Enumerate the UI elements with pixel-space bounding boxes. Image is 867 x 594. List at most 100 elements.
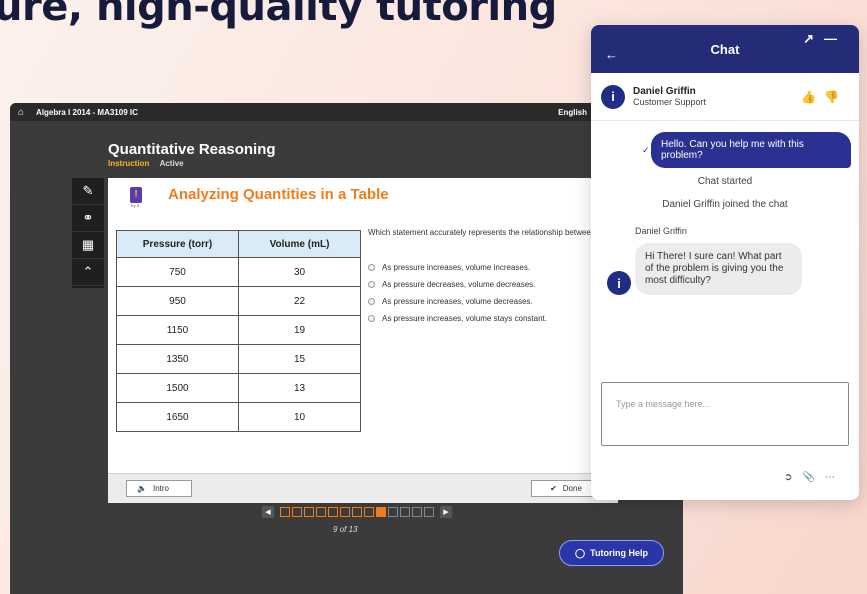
next-page-icon[interactable]: ▶ <box>440 506 452 518</box>
table-cell: 30 <box>238 257 361 287</box>
page-box[interactable] <box>412 507 422 517</box>
page-box[interactable] <box>400 507 410 517</box>
activity-header: ! Try It Analyzing Quantities in a Table <box>130 186 389 208</box>
activity-title: Analyzing Quantities in a Table <box>168 186 389 203</box>
speaker-icon: 🔈 <box>137 484 147 493</box>
composer-tools: ➲📎⋯ <box>784 472 845 483</box>
radio-button[interactable] <box>368 298 375 305</box>
course-name: Algebra I 2014 - MA3109 IC <box>36 107 138 117</box>
table-cell: 1650 <box>116 402 239 432</box>
thumbs-up-icon[interactable]: 👍 <box>801 90 824 104</box>
option-label: As pressure increases, volume increases. <box>382 263 531 272</box>
previous-page-icon[interactable]: ◀ <box>262 506 274 518</box>
table-header-row: Pressure (torr) Volume (mL) <box>116 230 361 258</box>
option-label: As pressure increases, volume decreases. <box>382 297 533 306</box>
activity-footer: 🔈 Intro ✔ Done <box>108 473 618 503</box>
check-icon: ✔ <box>550 484 557 493</box>
intro-button[interactable]: 🔈 Intro <box>126 480 192 497</box>
page-box[interactable] <box>316 507 326 517</box>
tutoring-help-button[interactable]: ◯ Tutoring Help <box>559 540 664 566</box>
chat-panel: ← Chat ↗— i Daniel Griffin Customer Supp… <box>591 25 859 500</box>
chat-header: ← Chat ↗— <box>591 25 859 73</box>
message-input[interactable]: Type a message here... <box>601 382 849 446</box>
radio-button[interactable] <box>368 315 375 322</box>
user-message: Hello. Can you help me with this problem… <box>651 132 851 168</box>
table-row: 950 22 <box>116 286 361 316</box>
attachment-icon[interactable]: 📎 <box>803 472 825 483</box>
page-box[interactable] <box>364 507 374 517</box>
answer-option[interactable]: As pressure decreases, volume decreases. <box>368 276 547 293</box>
option-label: As pressure increases, volume stays cons… <box>382 314 547 323</box>
page-box[interactable] <box>292 507 302 517</box>
agent-avatar: i <box>607 271 631 295</box>
page-box-current[interactable] <box>376 507 386 517</box>
page-box[interactable] <box>424 507 434 517</box>
tutoring-help-label: Tutoring Help <box>590 548 648 558</box>
page-box[interactable] <box>304 507 314 517</box>
answer-options: As pressure increases, volume increases.… <box>368 259 547 327</box>
table-cell: 15 <box>238 344 361 374</box>
table-row: 1350 15 <box>116 344 361 374</box>
pencil-icon[interactable]: ✎ <box>72 178 104 205</box>
lesson-status: Instruction Active <box>108 159 184 168</box>
back-arrow-icon[interactable]: ← <box>605 47 618 62</box>
headphones-icon[interactable]: ⚭ <box>72 205 104 232</box>
end-chat-icon[interactable]: ➲ <box>784 472 802 483</box>
question-text: Which statement accurately represents th… <box>368 228 618 237</box>
table-cell: 19 <box>238 315 361 345</box>
expand-icon[interactable]: ↗ <box>803 31 824 46</box>
status-active: Active <box>159 159 184 168</box>
radio-button[interactable] <box>368 281 375 288</box>
table-cell: 13 <box>238 373 361 403</box>
thumbs-down-icon[interactable]: 👎 <box>824 90 847 104</box>
answer-option[interactable]: As pressure increases, volume stays cons… <box>368 310 547 327</box>
agent-message-label: Daniel Griffin <box>635 226 687 236</box>
done-label: Done <box>562 484 582 493</box>
page-box[interactable] <box>280 507 290 517</box>
activity-panel: ! Try It Analyzing Quantities in a Table… <box>108 178 618 503</box>
system-message: Daniel Griffin joined the chat <box>662 199 788 210</box>
table-row: 1500 13 <box>116 373 361 403</box>
chat-bubble-icon: ◯ <box>575 547 586 558</box>
intro-label: Intro <box>152 484 169 493</box>
calculator-icon[interactable]: ▦ <box>72 232 104 259</box>
table-row: 750 30 <box>116 257 361 287</box>
answer-option[interactable]: As pressure increases, volume increases. <box>368 259 547 276</box>
table-row: 1150 19 <box>116 315 361 345</box>
language-selector[interactable]: English <box>558 108 587 117</box>
minimize-icon[interactable]: — <box>824 31 847 46</box>
page-box[interactable] <box>328 507 338 517</box>
collapse-icon[interactable]: ⌃ <box>72 259 104 286</box>
table-header: Volume (mL) <box>238 230 361 258</box>
lesson-topbar: ⌂ Algebra I 2014 - MA3109 IC English <box>10 103 683 121</box>
agent-name: Daniel Griffin <box>633 86 696 97</box>
agent-row: i Daniel Griffin Customer Support 👍👎 <box>591 73 859 121</box>
answer-option[interactable]: As pressure increases, volume decreases. <box>368 293 547 310</box>
try-it-logo-text: Try It <box>130 203 139 208</box>
lesson-window: ⌂ Algebra I 2014 - MA3109 IC English Qua… <box>10 103 683 594</box>
page-box[interactable] <box>340 507 350 517</box>
table-header: Pressure (torr) <box>116 230 239 258</box>
status-instruction: Instruction <box>108 159 150 168</box>
table-cell: 750 <box>116 257 239 287</box>
system-message: Chat started <box>697 176 753 187</box>
page-box[interactable] <box>352 507 362 517</box>
data-table: Pressure (torr) Volume (mL) 750 30 950 2… <box>116 230 361 432</box>
feedback-buttons: 👍👎 <box>801 90 847 104</box>
page-box[interactable] <box>388 507 398 517</box>
chat-title: Chat <box>710 41 740 57</box>
table-cell: 10 <box>238 402 361 432</box>
window-controls: ↗— <box>803 31 847 47</box>
agent-message: Hi There! I sure can! What part of the p… <box>635 243 802 295</box>
table-cell: 1150 <box>116 315 239 345</box>
more-options-icon[interactable]: ⋯ <box>825 472 845 483</box>
lesson-title: Quantitative Reasoning <box>108 141 276 158</box>
page-headline: ure, high-quality tutoring <box>0 0 557 30</box>
agent-role: Customer Support <box>633 97 707 107</box>
table-row: 1650 10 <box>116 402 361 432</box>
page-count: 9 of 13 <box>333 525 358 534</box>
home-icon[interactable]: ⌂ <box>18 107 24 118</box>
agent-info: Daniel Griffin Customer Support <box>633 86 706 107</box>
radio-button[interactable] <box>368 264 375 271</box>
option-label: As pressure decreases, volume decreases. <box>382 280 536 289</box>
